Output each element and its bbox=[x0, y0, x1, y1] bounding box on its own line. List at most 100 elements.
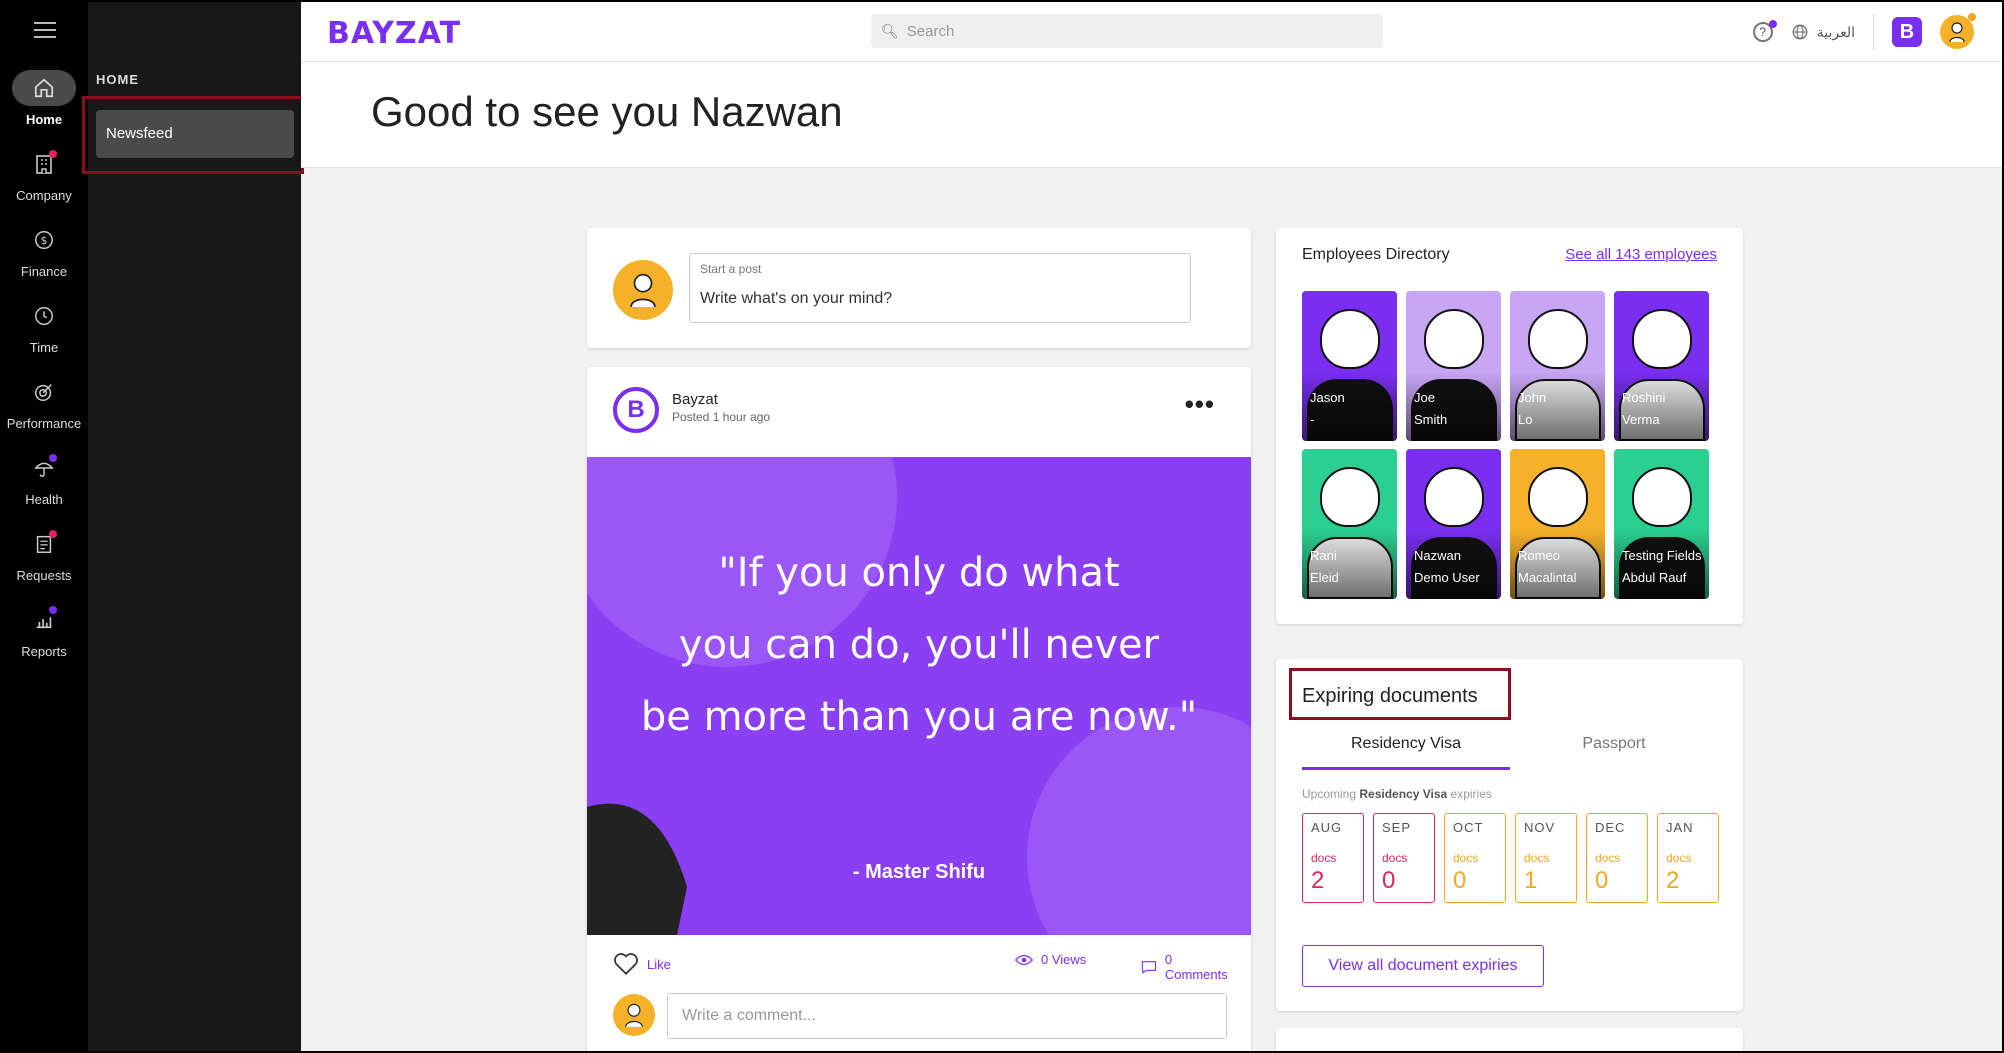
clock-icon bbox=[23, 298, 65, 334]
next-widget-card bbox=[1276, 1028, 1743, 1053]
employee-avatar bbox=[1423, 309, 1484, 369]
tab-passport[interactable]: Passport bbox=[1510, 735, 1718, 767]
nav-reports[interactable]: Reports bbox=[0, 602, 88, 659]
quote-line: be more than you are now." bbox=[640, 694, 1198, 740]
employee-name: Lo bbox=[1518, 412, 1533, 427]
user-avatar[interactable] bbox=[1940, 13, 1976, 49]
employee-name: Testing Fields bbox=[1622, 548, 1702, 563]
month-card-jan[interactable]: JAN docs 2 bbox=[1657, 813, 1719, 903]
divider bbox=[1873, 14, 1874, 50]
like-button[interactable]: Like bbox=[613, 952, 671, 976]
employee-name: - bbox=[1310, 412, 1315, 427]
post-input-label: Start a post bbox=[700, 262, 762, 276]
building-icon bbox=[23, 146, 65, 182]
target-icon bbox=[23, 374, 65, 410]
employee-tile[interactable]: Jason - bbox=[1302, 291, 1397, 441]
company-switcher[interactable]: B bbox=[1892, 17, 1922, 47]
language-label: العربية bbox=[1816, 23, 1855, 40]
month-card-nov[interactable]: NOV docs 1 bbox=[1515, 813, 1577, 903]
quote-image: "If you only do what you can do, you'll … bbox=[587, 457, 1251, 935]
menu-icon[interactable] bbox=[34, 22, 56, 40]
quote-text: "If you only do what you can do, you'll … bbox=[587, 537, 1251, 753]
secondary-nav: HOME Newsfeed bbox=[82, 0, 304, 1053]
employee-tile[interactable]: John Lo bbox=[1510, 291, 1605, 441]
view-all-expiries-button[interactable]: View all document expiries bbox=[1302, 945, 1544, 987]
employee-avatar bbox=[1631, 309, 1692, 369]
nav-time[interactable]: Time bbox=[0, 298, 88, 355]
nav-performance[interactable]: Performance bbox=[0, 374, 88, 431]
employee-name: Romeo bbox=[1518, 548, 1560, 563]
heart-icon bbox=[614, 953, 638, 975]
post-actions: Like 0 Views 0 Comments bbox=[613, 952, 1228, 982]
employee-name: Nazwan bbox=[1414, 548, 1461, 563]
employee-avatar bbox=[1631, 467, 1692, 527]
top-right-actions: ? العربية B bbox=[1752, 13, 1976, 50]
search-icon: 🔍︎ bbox=[881, 22, 899, 39]
search-placeholder: Search bbox=[906, 22, 955, 40]
employee-avatar bbox=[1527, 309, 1588, 369]
comment-icon bbox=[1141, 961, 1157, 975]
quote-attribution: - Master Shifu bbox=[852, 861, 986, 883]
nav-health[interactable]: Health bbox=[0, 450, 88, 507]
nav-finance[interactable]: $ Finance bbox=[0, 222, 88, 279]
see-all-employees-link[interactable]: See all 143 employees bbox=[1565, 246, 1717, 263]
document-tabs: Residency Visa Passport bbox=[1302, 735, 1718, 771]
eye-icon bbox=[1015, 954, 1033, 965]
employee-name: Abdul Rauf bbox=[1622, 570, 1687, 585]
globe-icon bbox=[1792, 24, 1808, 40]
post-composer: Start a post Write what's on your mind? bbox=[587, 228, 1251, 348]
post-input[interactable]: Start a post Write what's on your mind? bbox=[689, 253, 1191, 323]
quote-line: you can do, you'll never bbox=[678, 622, 1160, 668]
comment-input[interactable]: Write a comment... bbox=[667, 993, 1227, 1039]
employee-name: Joe bbox=[1414, 390, 1435, 405]
chart-icon bbox=[23, 602, 65, 638]
clipboard-icon bbox=[23, 526, 65, 562]
month-card-sep[interactable]: SEP docs 0 bbox=[1373, 813, 1435, 903]
user-avatar bbox=[613, 994, 655, 1036]
month-card-dec[interactable]: DEC docs 0 bbox=[1586, 813, 1648, 903]
language-switch[interactable]: العربية bbox=[1791, 23, 1855, 41]
nav-requests[interactable]: Requests bbox=[0, 526, 88, 583]
comments-count[interactable]: 0 Comments bbox=[1141, 952, 1230, 982]
home-icon bbox=[12, 70, 76, 106]
views-count: 0 Views bbox=[1015, 952, 1086, 967]
expiring-documents-title: Expiring documents bbox=[1302, 685, 1478, 707]
employee-avatar bbox=[1527, 467, 1588, 527]
feed-post: B Bayzat Posted 1 hour ago ••• "If you o… bbox=[587, 367, 1251, 1053]
subnav-heading: HOME bbox=[96, 72, 139, 87]
employee-tile[interactable]: Joe Smith bbox=[1406, 291, 1501, 441]
employee-avatar bbox=[1319, 309, 1380, 369]
employee-tile[interactable]: Nazwan Demo User bbox=[1406, 449, 1501, 599]
employee-tile[interactable]: Romeo Macalintal bbox=[1510, 449, 1605, 599]
quote-line: "If you only do what bbox=[718, 550, 1120, 596]
employee-tile[interactable]: Roshini Verma bbox=[1614, 291, 1709, 441]
employee-avatar bbox=[1319, 467, 1380, 527]
employee-tile[interactable]: Testing Fields Abdul Rauf bbox=[1614, 449, 1709, 599]
nav-home[interactable]: Home bbox=[0, 70, 88, 127]
main-nav-rail: Home Company $ Finance Time Performance … bbox=[0, 0, 88, 1053]
umbrella-icon bbox=[23, 450, 65, 486]
month-card-aug[interactable]: AUG docs 2 bbox=[1302, 813, 1364, 903]
nav-company[interactable]: Company bbox=[0, 146, 88, 203]
employee-name: Eleid bbox=[1310, 570, 1339, 585]
more-options-icon[interactable]: ••• bbox=[1185, 389, 1215, 420]
post-time: Posted 1 hour ago bbox=[672, 410, 771, 424]
employee-name: Jason bbox=[1310, 390, 1345, 405]
bayzat-avatar: B bbox=[613, 387, 659, 433]
svg-text:$: $ bbox=[41, 234, 48, 247]
bayzat-logo[interactable]: BAYZAT bbox=[327, 16, 461, 51]
search-input[interactable]: 🔍︎ Search bbox=[871, 14, 1383, 48]
employee-name: Demo User bbox=[1414, 570, 1480, 585]
employee-name: Verma bbox=[1622, 412, 1660, 427]
dollar-icon: $ bbox=[23, 222, 65, 258]
employee-tile[interactable]: Rani Eleid bbox=[1302, 449, 1397, 599]
subnav-item-newsfeed[interactable]: Newsfeed bbox=[96, 110, 294, 158]
tab-residency-visa[interactable]: Residency Visa bbox=[1302, 735, 1510, 770]
employee-avatar bbox=[1423, 467, 1484, 527]
month-card-oct[interactable]: OCT docs 0 bbox=[1444, 813, 1506, 903]
employee-name: Rani bbox=[1310, 548, 1337, 563]
post-author[interactable]: Bayzat bbox=[672, 391, 718, 408]
user-avatar bbox=[613, 260, 673, 320]
employee-name: Macalintal bbox=[1518, 570, 1577, 585]
help-icon[interactable]: ? bbox=[1752, 20, 1777, 42]
